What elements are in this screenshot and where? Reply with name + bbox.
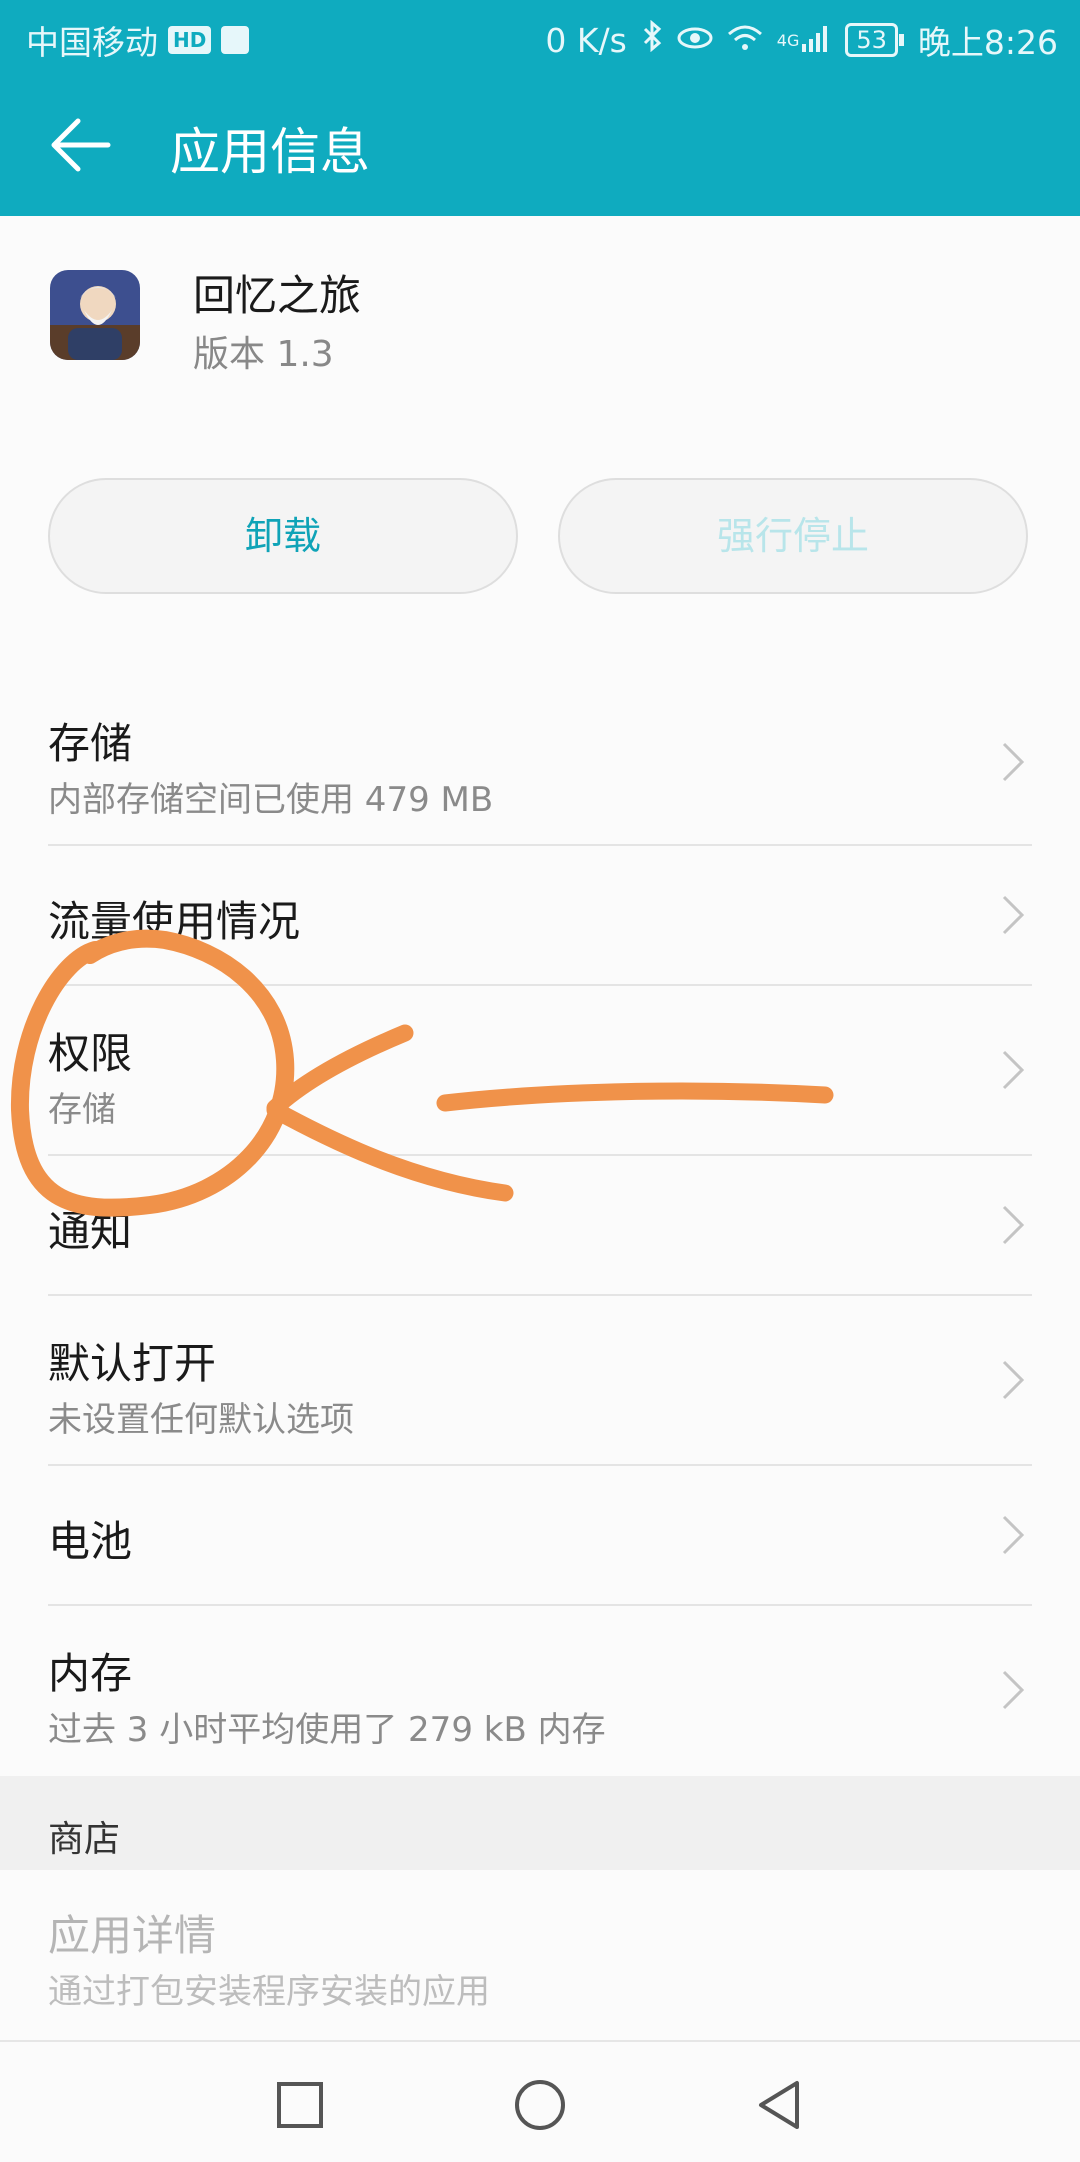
force-stop-button[interactable]: 强行停止 bbox=[558, 478, 1028, 594]
square-icon bbox=[277, 2082, 323, 2128]
triangle-back-icon bbox=[759, 2081, 799, 2129]
back-button[interactable] bbox=[46, 110, 116, 180]
arrow-left-icon bbox=[51, 118, 111, 172]
row-title: 应用详情 bbox=[48, 1911, 217, 1960]
chevron-right-icon bbox=[1002, 1050, 1025, 1090]
section-header bbox=[0, 1776, 1080, 1870]
memory-row[interactable]: 内存 过去 3 小时平均使用了 279 kB 内存 bbox=[0, 1606, 1080, 1776]
clock: 晚上8:26 bbox=[917, 23, 1058, 62]
row-title: 默认打开 bbox=[48, 1339, 217, 1388]
row-title: 权限 bbox=[48, 1029, 133, 1078]
status-bar: 中国移动 HD 0 K/s 4G 53 晚上8:26 bbox=[0, 0, 1080, 72]
notifications-row[interactable]: 通知 bbox=[0, 1156, 1080, 1294]
eye-comfort-icon bbox=[677, 21, 713, 60]
uninstall-button[interactable]: 卸载 bbox=[48, 478, 518, 594]
permissions-row[interactable]: 权限 存储 bbox=[0, 986, 1080, 1154]
back-nav-button[interactable] bbox=[745, 2070, 815, 2140]
wifi-icon bbox=[727, 21, 763, 60]
battery-icon: 53 bbox=[845, 23, 904, 57]
row-title: 存储 bbox=[48, 719, 133, 768]
sim-icon bbox=[221, 26, 250, 54]
storage-row[interactable]: 存储 内部存储空间已使用 479 MB bbox=[0, 680, 1080, 844]
row-subtitle: 过去 3 小时平均使用了 279 kB 内存 bbox=[48, 1710, 606, 1750]
row-subtitle: 内部存储空间已使用 479 MB bbox=[48, 780, 494, 820]
row-title: 内存 bbox=[48, 1649, 133, 1698]
row-subtitle: 通过打包安装程序安装的应用 bbox=[48, 1972, 490, 2012]
network-type: 4G bbox=[776, 30, 800, 50]
chevron-right-icon bbox=[1002, 742, 1025, 782]
page-title: 应用信息 bbox=[170, 123, 370, 181]
battery-row[interactable]: 电池 bbox=[0, 1466, 1080, 1604]
open-by-default-row[interactable]: 默认打开 未设置任何默认选项 bbox=[0, 1296, 1080, 1464]
data-usage-row[interactable]: 流量使用情况 bbox=[0, 846, 1080, 984]
recents-button[interactable] bbox=[265, 2070, 335, 2140]
row-title: 流量使用情况 bbox=[48, 897, 301, 946]
app-name: 回忆之旅 bbox=[193, 271, 362, 320]
hd-badge: HD bbox=[168, 26, 212, 54]
chevron-right-icon bbox=[1002, 1515, 1025, 1555]
chevron-right-icon bbox=[1002, 1205, 1025, 1245]
row-title: 通知 bbox=[48, 1207, 133, 1256]
circle-icon bbox=[515, 2080, 565, 2130]
app-details-row[interactable]: 应用详情 通过打包安装程序安装的应用 bbox=[0, 1870, 1080, 2040]
chevron-right-icon bbox=[1002, 1360, 1025, 1400]
row-title: 电池 bbox=[48, 1517, 133, 1566]
bluetooth-icon bbox=[641, 19, 663, 60]
home-button[interactable] bbox=[505, 2070, 575, 2140]
app-icon bbox=[50, 270, 140, 360]
chevron-right-icon bbox=[1002, 895, 1025, 935]
app-bar: 中国移动 HD 0 K/s 4G 53 晚上8:26 应用信息 bbox=[0, 0, 1080, 216]
row-subtitle: 未设置任何默认选项 bbox=[48, 1400, 354, 1440]
navigation-bar bbox=[0, 2040, 1080, 2162]
chevron-right-icon bbox=[1002, 1670, 1025, 1710]
row-subtitle: 存储 bbox=[48, 1090, 116, 1130]
title-bar: 应用信息 bbox=[0, 72, 1080, 216]
signal-icon bbox=[801, 21, 831, 60]
app-version: 版本 1.3 bbox=[193, 334, 334, 375]
network-speed: 0 K/s bbox=[545, 20, 627, 60]
section-title: 商店 bbox=[48, 1819, 121, 1860]
carrier-label: 中国移动 bbox=[26, 23, 158, 62]
